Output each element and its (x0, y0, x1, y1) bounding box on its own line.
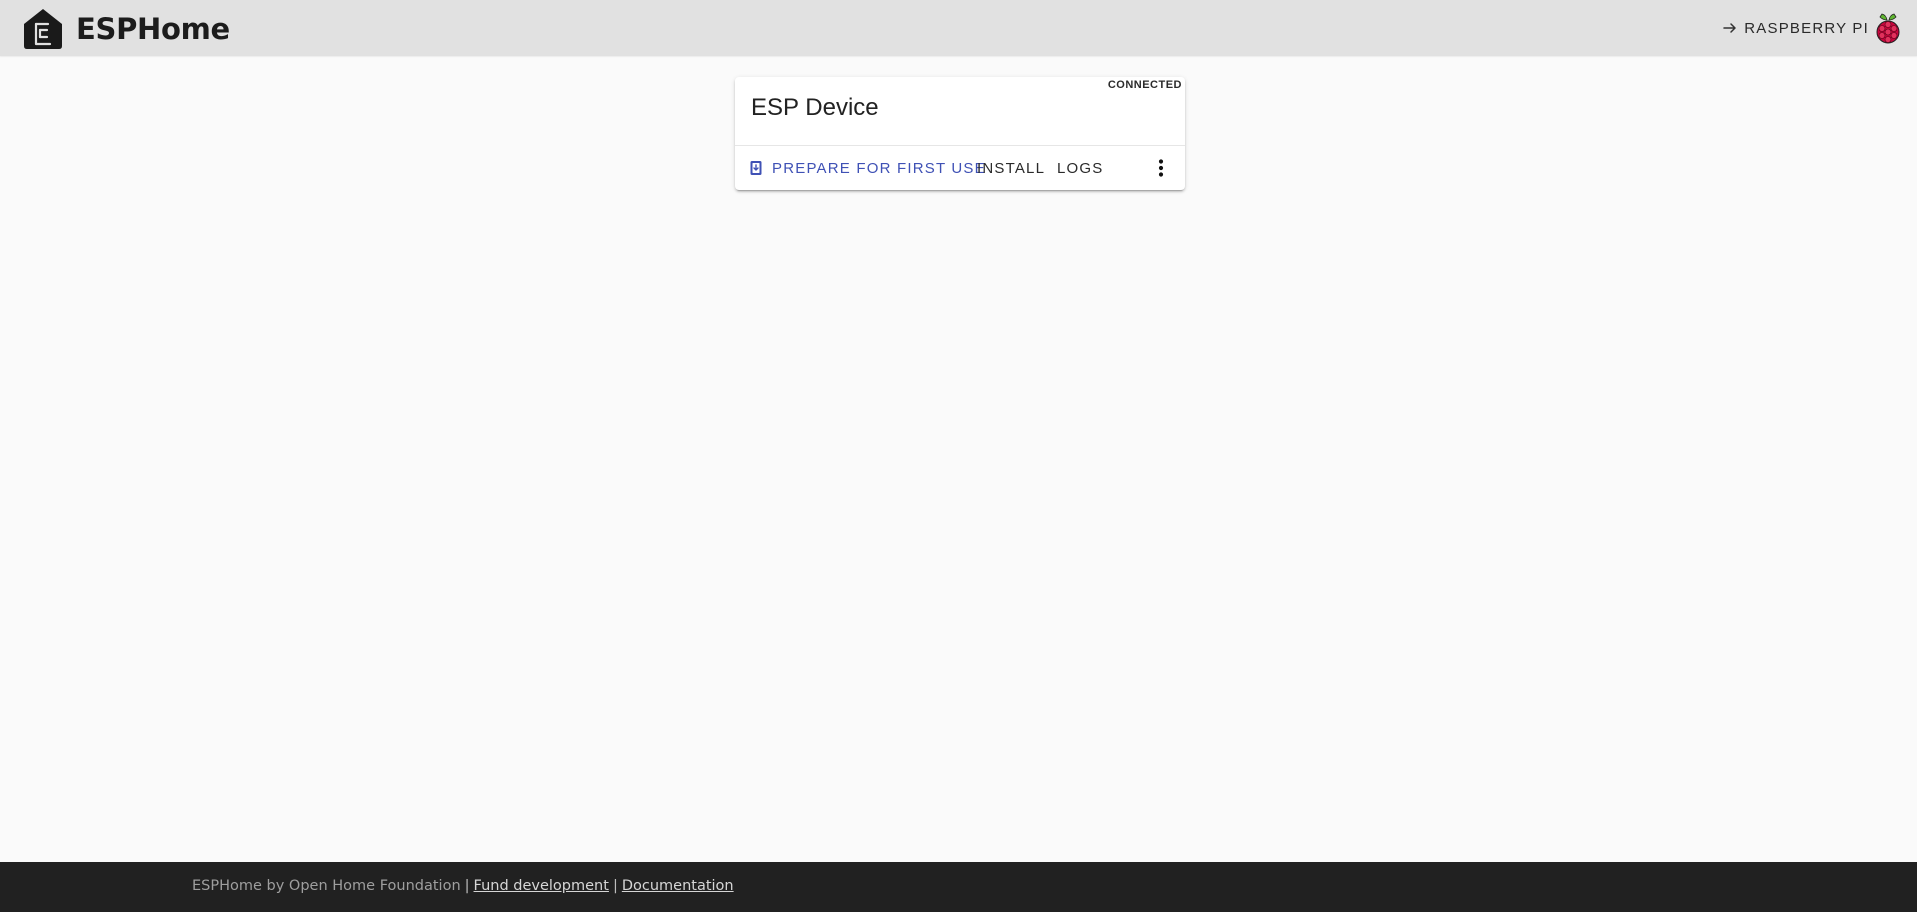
documentation-link[interactable]: Documentation (622, 878, 734, 894)
install-button[interactable]: INSTALL (977, 146, 1045, 190)
card-actions: PREPARE FOR FIRST USE INSTALL LOGS (735, 146, 1185, 190)
platform-label: RASPBERRY PI (1744, 19, 1869, 37)
device-download-icon (750, 161, 762, 175)
footer-credit: ESPHome by Open Home Foundation (192, 878, 461, 894)
arrow-right-icon (1723, 23, 1737, 33)
prepare-label: PREPARE FOR FIRST USE (772, 159, 986, 177)
footer-separator: | (464, 878, 470, 894)
device-name: ESP Device (751, 94, 879, 121)
footer: ESPHome by Open Home Foundation | Fund dev… (0, 862, 1917, 912)
fund-development-link[interactable]: Fund development (474, 878, 609, 894)
esphome-logo-icon (24, 9, 62, 49)
footer-separator: | (612, 878, 618, 894)
prepare-for-first-use-button[interactable]: PREPARE FOR FIRST USE (749, 146, 986, 190)
status-badge: CONNECTED (1107, 79, 1182, 91)
raspberry-pi-icon (1876, 13, 1900, 44)
device-card: CONNECTED ESP Device PREPARE FOR FIRST U… (735, 77, 1185, 190)
platform-selector[interactable]: RASPBERRY PI (1722, 11, 1903, 45)
more-vert-icon[interactable] (1147, 154, 1175, 182)
top-app-bar: ESPHome RASPBERRY PI (0, 0, 1917, 56)
logs-button[interactable]: LOGS (1057, 146, 1103, 190)
app-title: ESPHome (76, 12, 230, 46)
footer-text: ESPHome by Open Home Foundation | Fund dev… (192, 878, 734, 894)
